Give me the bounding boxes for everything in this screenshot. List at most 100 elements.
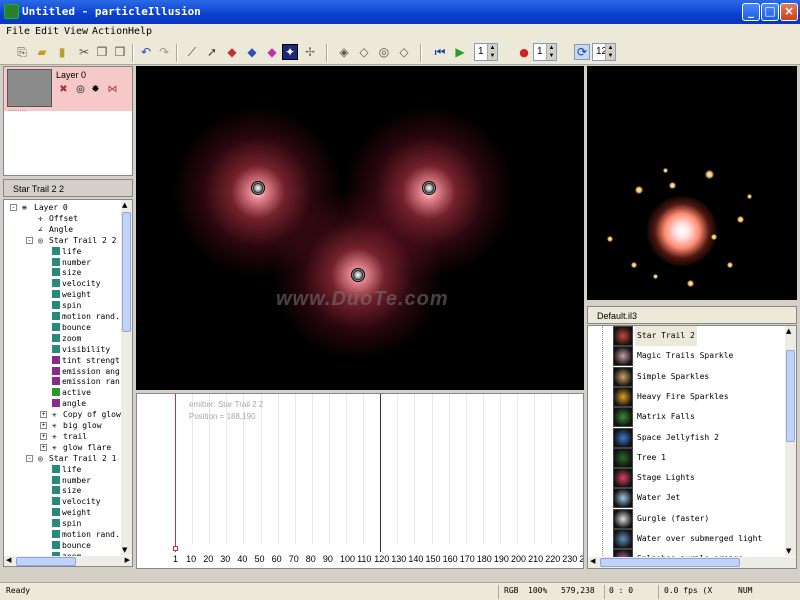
tree-row[interactable]: tint strengt (4, 355, 120, 366)
library-item[interactable]: Heavy Fire Sparkles (613, 386, 785, 407)
loop-icon[interactable]: ⟳ (574, 44, 590, 60)
collapse-icon[interactable]: - (10, 204, 17, 211)
collapse-icon[interactable]: - (26, 454, 33, 462)
expand-icon[interactable]: + (40, 422, 47, 429)
tree-row[interactable]: weight (4, 507, 120, 518)
timeline-hscroll[interactable] (137, 568, 583, 569)
tree-hscroll[interactable]: ◀ ▶ (4, 556, 132, 566)
library-item[interactable]: Magic Trails Sparkle (613, 346, 785, 367)
tree-row[interactable]: ✛ Offset (4, 213, 120, 224)
tree-row[interactable]: + ✳ trail (4, 431, 120, 442)
close-button[interactable]: × (780, 3, 798, 21)
gear-icon[interactable]: ✹ (90, 84, 101, 95)
menu-view[interactable]: View (64, 26, 88, 37)
scroll-thumb[interactable] (786, 350, 795, 442)
tree-row[interactable]: + ✳ Copy of glow (4, 409, 121, 420)
tree-row[interactable]: bounce (4, 322, 120, 333)
scroll-right-icon[interactable]: ▶ (125, 556, 130, 564)
tree-row[interactable]: number (4, 257, 120, 268)
delete-layer-icon[interactable]: ✖ (58, 84, 69, 95)
new-file-icon[interactable]: ⎘ (14, 44, 30, 60)
scroll-thumb[interactable] (600, 558, 740, 567)
emitter-handle[interactable] (251, 181, 265, 195)
center-icon[interactable]: ◇ (356, 44, 372, 60)
tree-row[interactable]: active (4, 387, 120, 398)
menu-help[interactable]: Help (128, 26, 152, 37)
paste-icon[interactable]: ❒ (112, 44, 128, 60)
library-hscroll[interactable]: ◀ (588, 557, 796, 568)
scroll-thumb[interactable] (122, 212, 131, 332)
tree-row[interactable]: - ≡ Layer 0 (4, 202, 120, 213)
library-item[interactable]: Simple Sparkles (613, 366, 785, 387)
library-vscroll[interactable]: ▲ ▼ (785, 326, 796, 556)
tree-vscroll[interactable]: ▲ ▼ (121, 200, 132, 555)
library-item[interactable]: Tree 1 (613, 447, 785, 468)
tree-row[interactable]: ∠ Angle (4, 224, 120, 235)
scroll-up-icon[interactable]: ▲ (786, 327, 791, 335)
library-item[interactable]: Matrix Falls (613, 407, 785, 428)
record-stepper[interactable]: 1 ▲ ▼ (533, 43, 557, 61)
collapse-icon[interactable]: - (26, 236, 33, 244)
bowtie-icon[interactable]: ⋈ (107, 84, 118, 95)
save-icon[interactable]: ▮ (54, 44, 70, 60)
emitter-handle[interactable] (351, 268, 365, 282)
red-emitter-icon[interactable]: ◆ (224, 44, 240, 60)
timeline-graph[interactable]: emitter: Star Trail 2 2 Position = 188,1… (136, 393, 584, 569)
reset-view-icon[interactable]: ◇ (396, 44, 412, 60)
stepper-arrows[interactable]: ▲ ▼ (605, 44, 615, 60)
frame-stepper[interactable]: 1 ▲ ▼ (474, 43, 498, 61)
tree-row[interactable]: - ◎ Star Trail 2 2 (4, 235, 120, 246)
library-item[interactable]: Star Trail 2 (613, 326, 697, 346)
redo-icon[interactable]: ↷ (156, 44, 172, 60)
tree-row[interactable]: velocity (4, 496, 120, 507)
stepper-arrows[interactable]: ▲ ▼ (487, 44, 497, 60)
scroll-up-icon[interactable]: ▲ (122, 201, 127, 209)
maximize-button[interactable]: □ (761, 3, 779, 21)
library-header[interactable]: Default.il3 (587, 306, 797, 324)
tree-row[interactable]: life (4, 464, 120, 475)
library-item[interactable]: Stage Lights (613, 468, 785, 489)
tree-row[interactable]: zoom (4, 333, 120, 344)
target-icon[interactable]: ◎ (75, 84, 86, 95)
cursor-handle[interactable] (173, 546, 178, 551)
expand-icon[interactable]: + (40, 443, 47, 451)
library-item[interactable]: Gurgle (faster) (613, 508, 785, 529)
menu-action[interactable]: Action (92, 26, 128, 37)
menu-file[interactable]: File (6, 26, 30, 37)
pen-tool-icon[interactable]: ⟋ (184, 44, 200, 60)
zoom-icon[interactable]: ◎ (376, 44, 392, 60)
tree-row[interactable]: spin (4, 300, 120, 311)
scroll-down-icon[interactable]: ▼ (786, 547, 791, 555)
open-folder-icon[interactable]: ▰ (34, 44, 50, 60)
tree-row[interactable]: + ✳ glow flare (4, 442, 120, 453)
expand-icon[interactable]: + (40, 411, 47, 419)
blue-emitter-icon[interactable]: ◆ (244, 44, 260, 60)
magenta-emitter-icon[interactable]: ◆ (264, 44, 280, 60)
cut-icon[interactable]: ✂ (76, 44, 92, 60)
tree-row[interactable]: emission ran (4, 376, 120, 387)
rewind-icon[interactable]: ⏮ (432, 44, 448, 60)
tree-row[interactable]: bounce (4, 540, 120, 551)
expand-icon[interactable]: + (40, 432, 47, 440)
scroll-down-icon[interactable]: ▼ (122, 546, 127, 554)
copy-icon[interactable]: ❐ (94, 44, 110, 60)
tree-row[interactable]: life (4, 246, 120, 257)
undo-icon[interactable]: ↶ (138, 44, 154, 60)
library-item[interactable]: Water Jet (613, 488, 785, 509)
scroll-left-icon[interactable]: ◀ (590, 557, 595, 565)
menu-edit[interactable]: Edit (35, 26, 59, 37)
tree-row[interactable]: velocity (4, 278, 120, 289)
play-icon[interactable]: ▶ (452, 44, 468, 60)
select-arrow-icon[interactable]: ➚ (204, 44, 220, 60)
emitter-handle[interactable] (422, 181, 436, 195)
tree-row[interactable]: weight (4, 289, 120, 300)
tree-row[interactable]: number (4, 475, 120, 486)
fit-icon[interactable]: ◈ (336, 44, 352, 60)
library-item[interactable]: Space Jellyfish 2 (613, 427, 785, 448)
loop-stepper[interactable]: 120 ▲▼ (592, 43, 616, 61)
library-item[interactable]: Water over submerged light (613, 529, 785, 549)
timeline-cursor[interactable] (175, 394, 176, 552)
tree-row[interactable]: size (4, 267, 120, 278)
tree-row[interactable]: spin (4, 518, 120, 529)
stars-tool-icon[interactable]: ✦ (282, 44, 298, 60)
